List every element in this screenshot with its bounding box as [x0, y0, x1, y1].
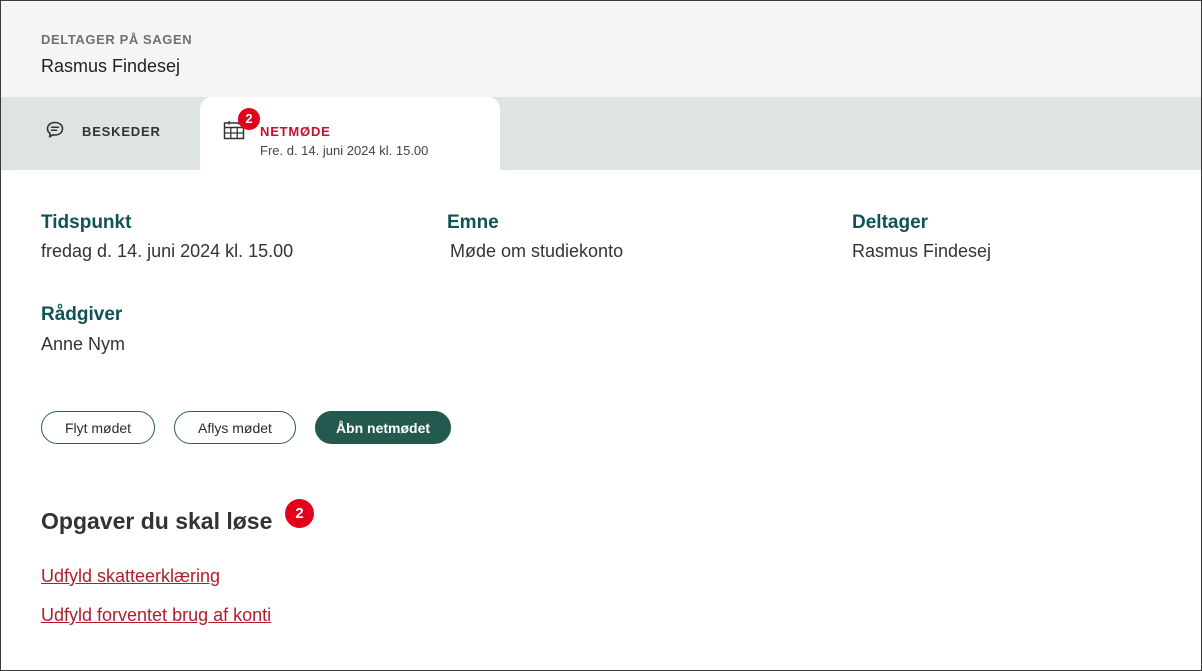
tab-meeting[interactable]: 2 NETMØDE Fre. d. 14. juni 2024 kl. 15.0… — [200, 97, 500, 170]
tasks-count-badge: 2 — [285, 499, 314, 528]
case-participant-name: Rasmus Findesej — [41, 56, 181, 76]
case-header: DELTAGER PÅ SAGEN Rasmus Findesej — [1, 1, 1201, 97]
advisor-label: Rådgiver — [41, 304, 123, 325]
tab-meeting-label: NETMØDE — [260, 124, 331, 139]
tab-bar: BESKEDER 2 NETMØDE Fre. d. 14. juni 2024… — [1, 97, 1201, 170]
tasks-heading: Opgaver du skal løse — [41, 508, 273, 534]
participant-value: Rasmus Findesej — [852, 241, 992, 261]
move-meeting-button[interactable]: Flyt mødet — [41, 411, 155, 444]
chat-bubble-icon — [46, 121, 64, 138]
participant-label: Deltager — [852, 212, 929, 233]
task-link-account-usage[interactable]: Udfyld forventet brug af konti — [41, 605, 271, 626]
time-label: Tidspunkt — [41, 212, 132, 233]
open-meeting-button[interactable]: Åbn netmødet — [315, 411, 451, 444]
tab-messages[interactable]: BESKEDER — [1, 97, 197, 170]
tab-messages-label: BESKEDER — [82, 124, 161, 139]
subject-value: Møde om studiekonto — [450, 241, 624, 261]
task-link-tax-declaration[interactable]: Udfyld skatteerklæring — [41, 566, 220, 587]
subject-label: Emne — [447, 212, 499, 233]
meeting-page: DELTAGER PÅ SAGEN Rasmus Findesej BESKED… — [0, 0, 1202, 671]
time-value: fredag d. 14. juni 2024 kl. 15.00 — [41, 241, 294, 261]
advisor-value: Anne Nym — [41, 334, 126, 354]
case-participant-label: DELTAGER PÅ SAGEN — [41, 32, 193, 47]
meeting-notification-badge: 2 — [238, 108, 260, 130]
tab-meeting-date: Fre. d. 14. juni 2024 kl. 15.00 — [260, 143, 429, 158]
cancel-meeting-button[interactable]: Aflys mødet — [174, 411, 296, 444]
